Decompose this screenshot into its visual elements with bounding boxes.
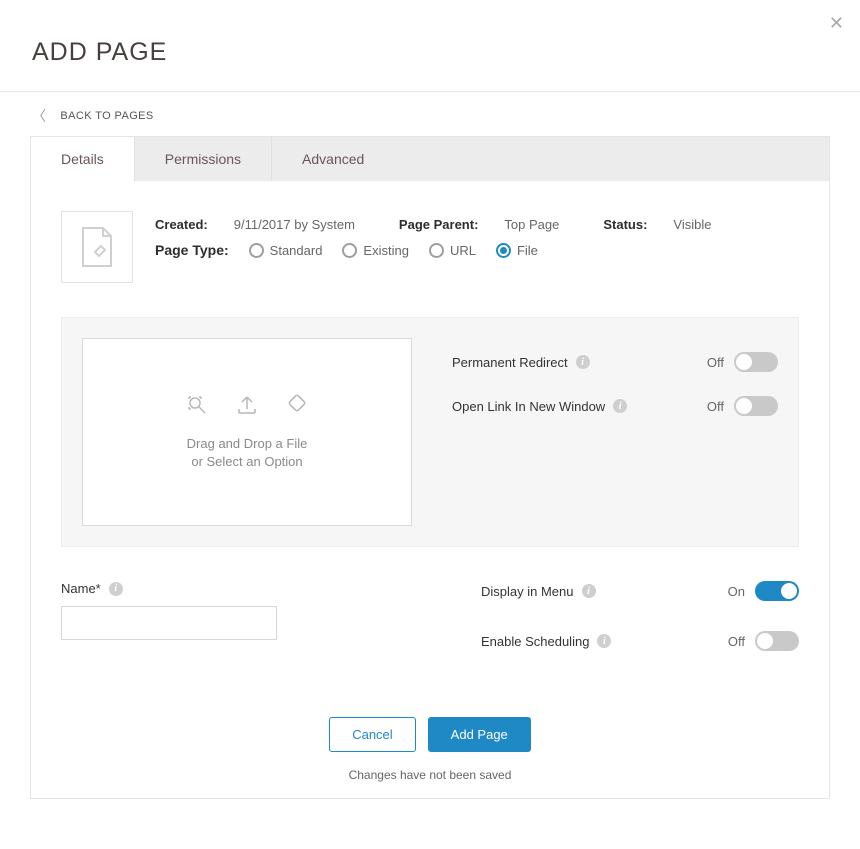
status-value: Visible xyxy=(673,217,711,232)
button-row: Cancel Add Page xyxy=(329,717,531,752)
radio-icon xyxy=(342,243,357,258)
footer: Cancel Add Page Changes have not been sa… xyxy=(31,691,829,798)
radio-label: URL xyxy=(450,243,476,258)
created-value: 9/11/2017 by System xyxy=(234,217,355,232)
radio-icon xyxy=(496,243,511,258)
status-label: Status: xyxy=(603,217,647,232)
file-dropzone[interactable]: Drag and Drop a File or Select an Option xyxy=(82,338,412,526)
dropzone-line1: Drag and Drop a File xyxy=(187,435,308,453)
name-label-text: Name* xyxy=(61,581,101,596)
lower-left: Name* i xyxy=(61,581,421,681)
name-field-label: Name* i xyxy=(61,581,421,596)
browse-icon xyxy=(185,393,209,417)
chevron-left-icon: 〈 xyxy=(32,106,46,126)
page-thumbnail xyxy=(61,211,133,283)
meta-section: Created: 9/11/2017 by System Page Parent… xyxy=(31,181,829,293)
back-to-pages-link[interactable]: 〈 BACK TO PAGES xyxy=(0,92,860,136)
meta-line-top: Created: 9/11/2017 by System Page Parent… xyxy=(155,217,799,232)
close-icon[interactable]: ✕ xyxy=(829,14,844,32)
info-icon[interactable]: i xyxy=(597,634,611,648)
radio-icon xyxy=(249,243,264,258)
info-icon[interactable]: i xyxy=(582,584,596,598)
toggle-enable-scheduling[interactable] xyxy=(755,631,799,651)
toggle-label: Permanent Redirect xyxy=(452,355,568,370)
toggle-state: On xyxy=(728,584,745,599)
panel: Details Permissions Advanced Created: 9/… xyxy=(30,136,830,799)
tab-bar: Details Permissions Advanced xyxy=(31,137,829,181)
dropzone-line2: or Select an Option xyxy=(187,453,308,471)
link-icon xyxy=(285,393,309,417)
parent-value: Top Page xyxy=(504,217,559,232)
radio-icon xyxy=(429,243,444,258)
toggle-permanent-redirect[interactable] xyxy=(734,352,778,372)
tab-advanced[interactable]: Advanced xyxy=(272,137,394,181)
radio-url[interactable]: URL xyxy=(429,243,476,258)
toggle-row-permanent-redirect: Permanent Redirect i Off xyxy=(452,352,778,372)
radio-file[interactable]: File xyxy=(496,243,538,258)
back-label: BACK TO PAGES xyxy=(60,110,153,122)
cancel-button[interactable]: Cancel xyxy=(329,717,415,752)
file-toggle-list: Permanent Redirect i Off Open Link In Ne… xyxy=(452,338,778,526)
toggle-row-enable-scheduling: Enable Scheduling i Off xyxy=(481,631,799,651)
page-type-label: Page Type: xyxy=(155,242,229,258)
toggle-open-new-window[interactable] xyxy=(734,396,778,416)
dropzone-icons xyxy=(185,393,309,417)
toggle-state: Off xyxy=(707,355,724,370)
parent-label: Page Parent: xyxy=(399,217,478,232)
radio-label: File xyxy=(517,243,538,258)
save-status: Changes have not been saved xyxy=(31,768,829,782)
lower-fields: Name* i Display in Menu i On xyxy=(31,571,829,691)
add-page-button[interactable]: Add Page xyxy=(428,717,531,752)
radio-label: Standard xyxy=(270,243,323,258)
info-icon[interactable]: i xyxy=(613,399,627,413)
radio-label: Existing xyxy=(363,243,409,258)
toggle-row-display-menu: Display in Menu i On xyxy=(481,581,799,601)
meta-grid: Created: 9/11/2017 by System Page Parent… xyxy=(155,211,799,258)
radio-existing[interactable]: Existing xyxy=(342,243,409,258)
toggle-label: Display in Menu xyxy=(481,584,574,599)
lower-right: Display in Menu i On Enable Scheduling i… xyxy=(481,581,799,681)
toggle-state: Off xyxy=(728,634,745,649)
toggle-state: Off xyxy=(707,399,724,414)
file-options-block: Drag and Drop a File or Select an Option… xyxy=(61,317,799,547)
toggle-label: Open Link In New Window xyxy=(452,399,605,414)
tab-details[interactable]: Details xyxy=(31,137,135,181)
upload-icon xyxy=(235,393,259,417)
radio-standard[interactable]: Standard xyxy=(249,243,323,258)
document-icon xyxy=(79,226,115,268)
tab-permissions[interactable]: Permissions xyxy=(135,137,272,181)
toggle-label: Enable Scheduling xyxy=(481,634,589,649)
dropzone-text: Drag and Drop a File or Select an Option xyxy=(187,435,308,471)
add-page-dialog: ✕ ADD PAGE 〈 BACK TO PAGES Details Permi… xyxy=(0,0,860,819)
info-icon[interactable]: i xyxy=(109,582,123,596)
name-input[interactable] xyxy=(61,606,277,640)
toggle-row-open-new-window: Open Link In New Window i Off xyxy=(452,396,778,416)
page-type-row: Page Type: Standard Existing URL xyxy=(155,242,799,258)
page-title: ADD PAGE xyxy=(0,0,860,91)
info-icon[interactable]: i xyxy=(576,355,590,369)
created-label: Created: xyxy=(155,217,208,232)
toggle-display-menu[interactable] xyxy=(755,581,799,601)
